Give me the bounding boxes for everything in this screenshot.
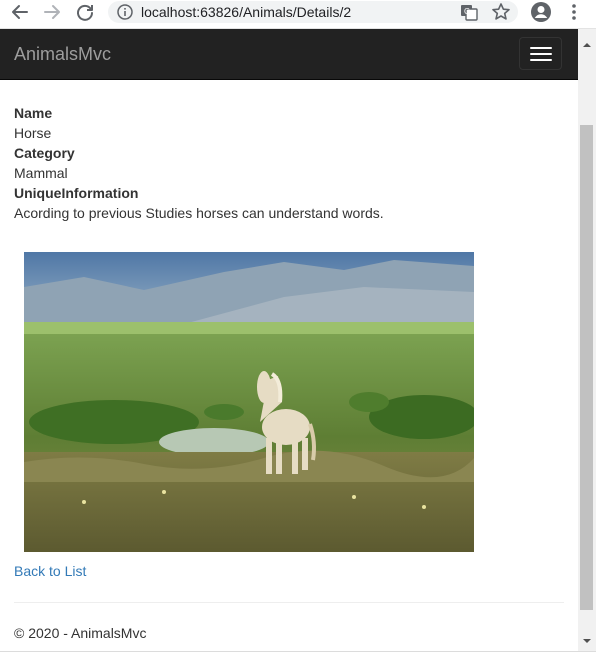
address-bar[interactable]: localhost:63826/Animals/Details/2 xyxy=(108,1,518,23)
scrollbar-thumb[interactable] xyxy=(580,125,593,610)
category-value: Mammal xyxy=(14,165,68,181)
navbar-toggle-button[interactable] xyxy=(519,37,562,70)
window-bottom-edge xyxy=(0,651,596,662)
site-navbar: AnimalsMvc xyxy=(0,29,578,80)
back-to-list-link[interactable]: Back to List xyxy=(14,563,86,579)
kebab-menu-icon[interactable] xyxy=(563,1,585,23)
brand-link[interactable]: AnimalsMvc xyxy=(14,44,111,65)
account-icon[interactable] xyxy=(530,1,552,23)
info-icon[interactable] xyxy=(117,4,133,25)
unique-information-label: UniqueInformation xyxy=(14,185,139,201)
category-label: Category xyxy=(14,145,75,161)
scroll-down-icon[interactable] xyxy=(582,633,592,643)
url-text[interactable]: localhost:63826/Animals/Details/2 xyxy=(141,4,351,20)
browser-toolbar: localhost:63826/Animals/Details/2 G xyxy=(0,0,596,29)
animal-details: Name Horse Category Mammal UniqueInforma… xyxy=(14,103,564,223)
svg-text:G: G xyxy=(464,7,470,16)
name-label: Name xyxy=(14,105,53,121)
forward-arrow-icon[interactable] xyxy=(40,1,64,23)
translate-icon[interactable]: G xyxy=(458,1,480,23)
page-scrollbar[interactable] xyxy=(578,29,596,651)
star-icon[interactable] xyxy=(490,1,512,23)
footer-copyright: © 2020 - AnimalsMvc xyxy=(14,625,147,641)
unique-information-value: Acording to previous Studies horses can … xyxy=(14,205,384,221)
animal-photo xyxy=(24,252,474,552)
scroll-up-icon[interactable] xyxy=(582,37,592,47)
name-value: Horse xyxy=(14,125,52,141)
footer-divider xyxy=(14,602,564,603)
back-arrow-icon[interactable] xyxy=(8,1,32,23)
reload-icon[interactable] xyxy=(73,1,97,23)
